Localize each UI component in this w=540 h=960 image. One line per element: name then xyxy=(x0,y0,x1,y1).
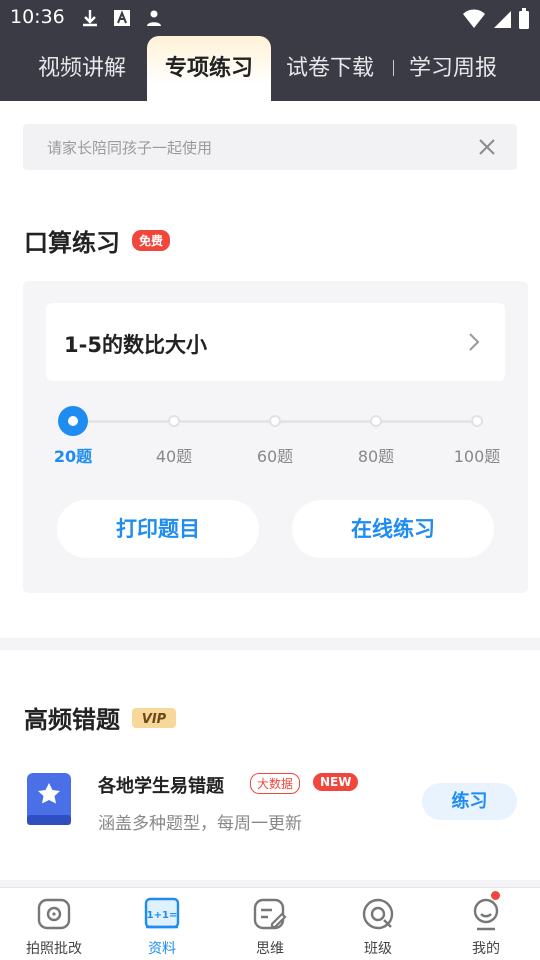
slider-label[interactable]: 60题 xyxy=(245,443,305,467)
slider-label[interactable]: 100题 xyxy=(447,443,507,467)
question-count-slider[interactable]: 20题 40题 60题 80题 100题 xyxy=(23,401,528,466)
svg-text:VIP: VIP xyxy=(142,712,167,727)
oral-practice-section: 请家长陪同孩子一起使用 口算练习 免费 1-5的数比大小 20题 40题 60题… xyxy=(0,101,540,638)
oral-practice-card: 1-5的数比大小 20题 40题 60题 80题 100题 打印题目 在线练习 xyxy=(23,281,528,593)
camera-icon xyxy=(37,898,71,930)
print-questions-button[interactable]: 打印题目 xyxy=(57,500,259,558)
slider-label[interactable]: 80题 xyxy=(346,443,406,467)
online-practice-button[interactable]: 在线练习 xyxy=(292,500,494,558)
list-item[interactable]: 各地学生易错题 大数据 NEW 涵盖多种题型，每周一更新 练习 xyxy=(0,768,540,838)
slider-label[interactable]: 40题 xyxy=(144,443,204,467)
nav-label: 拍照批改 xyxy=(26,941,82,957)
svg-text:1+1=: 1+1= xyxy=(147,910,178,921)
profile-icon xyxy=(473,898,499,931)
status-time: 10:36 xyxy=(10,6,65,28)
status-bar: 10:36 xyxy=(0,0,540,36)
nav-class[interactable]: 班级 xyxy=(338,896,418,958)
book-star-icon xyxy=(27,773,71,825)
top-tab-bar: 视频讲解 专项练习 试卷下载 学习周报 xyxy=(0,36,540,101)
tab-video-lessons[interactable]: 视频讲解 xyxy=(38,50,126,82)
bottom-nav: 拍照批改 1+1= 资料 思维 班级 我的 xyxy=(0,887,540,960)
tab-paper-download[interactable]: 试卷下载 xyxy=(286,50,374,82)
parent-notice-bar: 请家长陪同孩子一起使用 xyxy=(23,124,517,170)
nav-materials[interactable]: 1+1= 资料 xyxy=(122,896,202,958)
slider-stop-20[interactable] xyxy=(58,406,88,436)
signal-icon xyxy=(494,11,511,28)
new-tag: NEW xyxy=(313,773,359,791)
font-a-icon xyxy=(114,10,130,26)
nav-label: 我的 xyxy=(472,941,500,957)
practice-button[interactable]: 练习 xyxy=(422,783,517,820)
notice-text: 请家长陪同孩子一起使用 xyxy=(47,139,213,157)
notification-dot xyxy=(491,891,500,900)
slider-stop-80[interactable] xyxy=(370,415,382,427)
bigdata-tag: 大数据 xyxy=(250,773,301,794)
row-title: 各地学生易错题 xyxy=(98,776,224,797)
person-icon xyxy=(147,10,161,26)
slider-stop-100[interactable] xyxy=(471,415,483,427)
topic-label: 1-5的数比大小 xyxy=(64,333,207,357)
tab-special-practice[interactable]: 专项练习 xyxy=(147,36,271,101)
oral-practice-title: 口算练习 xyxy=(24,229,120,257)
nav-label: 班级 xyxy=(364,941,392,957)
tab-weekly-report[interactable]: 学习周报 xyxy=(409,50,497,82)
slider-stop-40[interactable] xyxy=(168,415,180,427)
nav-label: 资料 xyxy=(148,941,176,957)
vip-badge: VIP xyxy=(132,707,176,728)
close-icon[interactable] xyxy=(475,135,499,159)
row-subtitle: 涵盖多种题型，每周一更新 xyxy=(98,814,302,834)
slider-label[interactable]: 20题 xyxy=(43,443,103,467)
class-icon xyxy=(362,898,394,930)
nav-mine[interactable]: 我的 xyxy=(446,896,526,958)
math-book-icon: 1+1= xyxy=(144,897,180,929)
frequent-errors-section: 高频错题 VIP 各地学生易错题 大数据 NEW 涵盖多种题型，每周一更新 练习 xyxy=(0,650,540,880)
wifi-icon xyxy=(463,9,485,28)
frequent-errors-title: 高频错题 xyxy=(24,706,120,734)
tab-divider xyxy=(393,60,394,76)
nav-thinking[interactable]: 思维 xyxy=(230,896,310,958)
slider-stop-60[interactable] xyxy=(269,415,281,427)
battery-icon xyxy=(519,8,529,29)
download-icon xyxy=(83,10,97,27)
chevron-right-icon xyxy=(469,333,480,351)
edit-card-icon xyxy=(253,898,287,930)
nav-photo-grading[interactable]: 拍照批改 xyxy=(14,896,94,958)
topic-selector[interactable]: 1-5的数比大小 xyxy=(46,303,505,381)
nav-label: 思维 xyxy=(256,941,284,957)
free-badge: 免费 xyxy=(132,230,171,251)
